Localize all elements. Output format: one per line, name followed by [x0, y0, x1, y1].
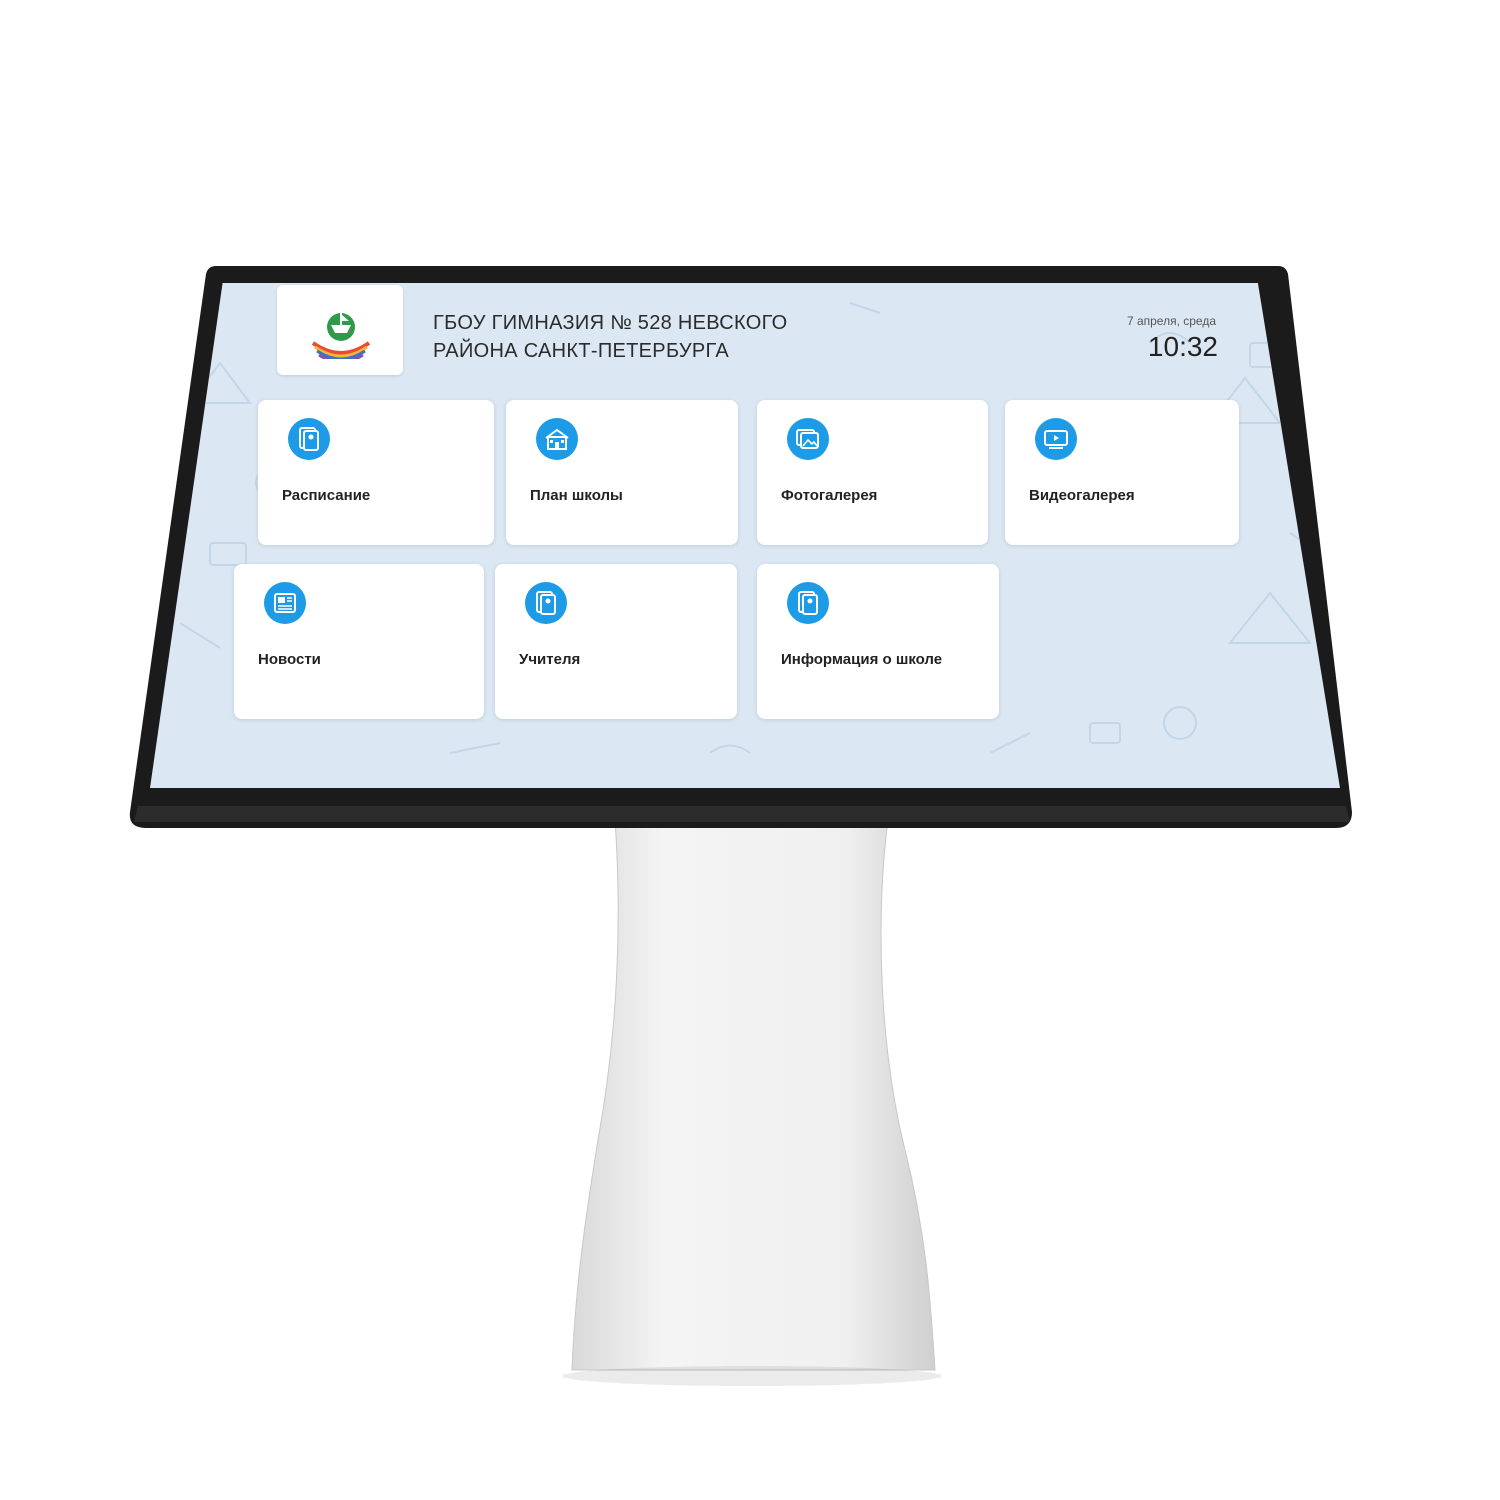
school-building-icon [536, 418, 578, 460]
tile-schedule[interactable]: Расписание [258, 400, 494, 545]
tile-photo-gallery[interactable]: Фотогалерея [757, 400, 988, 545]
school-title-line2: РАЙОНА САНКТ-ПЕТЕРБУРГА [433, 340, 729, 362]
tile-video-gallery[interactable]: Видеогалерея [1005, 400, 1239, 545]
document-icon [525, 582, 567, 624]
tile-label: Учителя [519, 651, 581, 668]
tile-teachers[interactable]: Учителя [495, 564, 737, 719]
tile-label: Новости [258, 651, 321, 668]
tile-label: Информация о школе [781, 651, 943, 668]
tile-news[interactable]: Новости [234, 564, 484, 719]
document-icon [288, 418, 330, 460]
school-title-line1: ГБОУ ГИМНАЗИЯ № 528 НЕВСКОГО [433, 312, 788, 334]
tile-school-plan[interactable]: План школы [506, 400, 738, 545]
time-display: 10:32 [1147, 331, 1218, 362]
tile-label: Расписание [282, 487, 371, 504]
tile-label: План школы [530, 487, 623, 504]
tile-label: Фотогалерея [781, 487, 878, 504]
video-gallery-icon [1035, 418, 1077, 460]
date-display: 7 апреля, среда [1126, 314, 1216, 328]
photo-gallery-icon [787, 418, 829, 460]
tile-school-info[interactable]: Информация о школе [757, 564, 999, 719]
kiosk-screen: ГБОУ ГИМНАЗИЯ № 528 НЕВСКОГО РАЙОНА САНК… [150, 283, 1340, 788]
school-logo-card[interactable] [277, 285, 403, 375]
school-title: ГБОУ ГИМНАЗИЯ № 528 НЕВСКОГО РАЙОНА САНК… [433, 309, 903, 365]
document-icon [787, 582, 829, 624]
tile-label: Видеогалерея [1029, 487, 1135, 504]
newspaper-icon [264, 582, 306, 624]
school-logo [311, 313, 371, 359]
